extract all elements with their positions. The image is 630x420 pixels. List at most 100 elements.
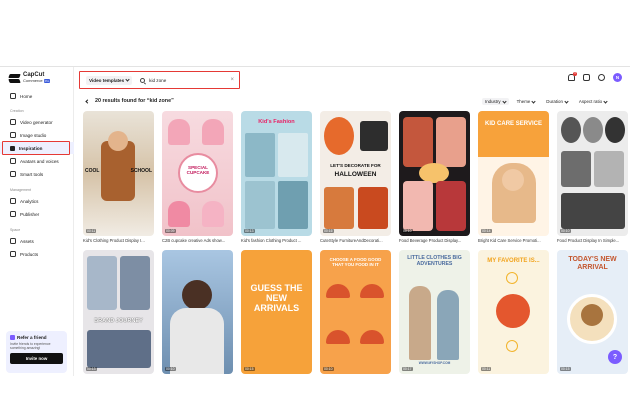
bell-icon[interactable]: 3 bbox=[568, 72, 577, 81]
thumb-text: Kid's Fashion bbox=[258, 119, 295, 125]
clear-icon[interactable]: × bbox=[230, 77, 234, 83]
template-card[interactable]: 00:10 bbox=[162, 250, 233, 374]
section-space: Space bbox=[10, 228, 21, 232]
analytics-icon bbox=[10, 198, 16, 204]
logo-sub: Commerce bbox=[23, 78, 43, 83]
duration-badge: 00:09 bbox=[165, 229, 176, 233]
template-card[interactable]: 00:10 Food Beverage Product Display... bbox=[399, 111, 470, 243]
sidebar-item-video-generator[interactable]: Video generator bbox=[0, 116, 74, 128]
duration-badge: 00:11 bbox=[86, 229, 97, 233]
template-caption: CuteStyle FurnitureAndDecorati... bbox=[320, 238, 383, 243]
invite-now-button[interactable]: Invite now bbox=[10, 353, 63, 364]
help-button[interactable]: ? bbox=[608, 350, 622, 364]
template-card[interactable]: KID CARE SERVICE 00:14 Bright Kid Care S… bbox=[478, 111, 549, 243]
sidebar-item-home[interactable]: Home bbox=[0, 90, 74, 102]
results-header: 20 results found for “kid zone” bbox=[85, 98, 174, 104]
print-icon[interactable] bbox=[583, 74, 590, 81]
chevron-down-icon bbox=[502, 98, 507, 104]
sidebar-item-image-studio[interactable]: Image studio bbox=[0, 129, 74, 141]
sidebar-item-assets[interactable]: Assets bbox=[0, 235, 74, 247]
template-card[interactable]: GUESS THE NEW ARRIVALS 00:15 bbox=[241, 250, 312, 374]
template-thumbnail: GUESS THE NEW ARRIVALS 00:15 bbox=[241, 250, 312, 374]
duration-badge: 00:10 bbox=[323, 367, 334, 371]
duration-badge: 00:10 bbox=[165, 367, 176, 371]
filter-industry[interactable]: Industry bbox=[482, 98, 509, 105]
image-studio-icon bbox=[10, 132, 16, 138]
duration-badge: 00:13 bbox=[86, 367, 97, 371]
duration-badge: 00:15 bbox=[244, 367, 255, 371]
duration-badge: 00:10 bbox=[560, 229, 571, 233]
template-caption: Kid's fashion Clothing Product ... bbox=[241, 238, 302, 243]
template-card[interactable]: MY FAVORITE IS... 00:11 bbox=[478, 250, 549, 374]
template-card[interactable]: LITTLE CLOTHES BIG ADVENTURES WWW.MYSHOP… bbox=[399, 250, 470, 374]
template-card[interactable]: 00:10 Food Product Display In Simple... bbox=[557, 111, 628, 243]
search-input[interactable]: kid zone bbox=[149, 78, 226, 83]
thumb-text: WWW.MYSHOP.COM bbox=[418, 361, 451, 365]
publisher-icon bbox=[10, 211, 16, 217]
sidebar-item-products[interactable]: Products bbox=[0, 248, 74, 260]
sidebar: CapCut Commerce Pro Home Creation Video g… bbox=[0, 67, 74, 376]
chevron-down-icon bbox=[125, 77, 130, 82]
team-icon[interactable] bbox=[598, 74, 605, 81]
sidebar-item-smart-tools[interactable]: Smart tools bbox=[0, 168, 74, 180]
filter-label: Aspect ratio bbox=[578, 99, 603, 104]
template-thumbnail: LET'S DECORATE FOR HALLOWEEN 00:16 bbox=[320, 111, 391, 236]
template-card[interactable]: CHOOSE A FOOD GOOD THAT YOU FOOD IN IT 0… bbox=[320, 250, 391, 374]
home-icon bbox=[10, 93, 16, 99]
thumb-text: GUESS THE NEW ARRIVALS bbox=[250, 283, 303, 313]
template-thumbnail: 00:10 bbox=[162, 250, 233, 374]
filter-label: Industry bbox=[485, 99, 501, 104]
duration-badge: 00:10 bbox=[402, 229, 413, 233]
template-caption: Kid's Clothing Product Display I... bbox=[83, 238, 145, 243]
refer-card: Refer a friend Invite friends to experie… bbox=[6, 331, 67, 373]
template-card[interactable]: SPECIAL CUPCAKE 00:09 C2B cupcake creati… bbox=[162, 111, 233, 243]
refer-title: Refer a friend bbox=[17, 335, 47, 340]
template-thumbnail: COOL SCHOOL 00:11 bbox=[83, 111, 154, 236]
template-card[interactable]: COOL SCHOOL 00:11 Kid's Clothing Product… bbox=[83, 111, 154, 243]
sidebar-item-label: Smart tools bbox=[20, 171, 44, 177]
thumb-text: COOL bbox=[85, 168, 100, 174]
thumb-text: SPECIAL CUPCAKE bbox=[186, 165, 210, 176]
sidebar-item-label: Image studio bbox=[20, 132, 47, 138]
template-type-select[interactable]: Video templates bbox=[86, 75, 133, 85]
filter-duration[interactable]: Duration bbox=[543, 98, 571, 105]
search-bar: Video templates kid zone × bbox=[79, 71, 240, 89]
section-management: Management bbox=[10, 188, 31, 192]
filter-label: Duration bbox=[546, 99, 563, 104]
capcut-logo[interactable]: CapCut Commerce Pro bbox=[9, 72, 51, 83]
filter-theme[interactable]: Theme bbox=[514, 98, 539, 105]
app-frame: CapCut Commerce Pro Home Creation Video g… bbox=[0, 66, 630, 376]
duration-badge: 00:16 bbox=[323, 229, 334, 233]
sidebar-item-label: Assets bbox=[20, 238, 34, 244]
search-icon bbox=[140, 77, 146, 83]
template-card[interactable]: Kid's Fashion 00:13 Kid's fashion Clothi… bbox=[241, 111, 312, 243]
sidebar-item-avatars-voices[interactable]: Avatars and voices bbox=[0, 155, 74, 167]
template-thumbnail: LITTLE CLOTHES BIG ADVENTURES WWW.MYSHOP… bbox=[399, 250, 470, 374]
avatar[interactable]: N bbox=[613, 73, 622, 82]
thumb-text: LET'S DECORATE FOR bbox=[330, 163, 381, 168]
back-arrow-icon[interactable] bbox=[85, 98, 90, 104]
template-caption: Food Beverage Product Display... bbox=[399, 238, 462, 243]
template-caption: Bright Kid Care Service Promoti... bbox=[478, 238, 541, 243]
refer-desc: Invite friends to experience something a… bbox=[10, 342, 51, 350]
thumb-text: CHOOSE A FOOD GOOD THAT YOU FOOD IN IT bbox=[329, 257, 382, 267]
header-icons: 3 N bbox=[568, 72, 622, 82]
template-thumbnail: Kid's Fashion 00:13 bbox=[241, 111, 312, 236]
template-thumbnail: KID CARE SERVICE 00:14 bbox=[478, 111, 549, 236]
template-caption: Food Product Display In Simple... bbox=[557, 238, 620, 243]
sidebar-item-analytics[interactable]: Analytics bbox=[0, 195, 74, 207]
template-card[interactable]: LET'S DECORATE FOR HALLOWEEN 00:16 CuteS… bbox=[320, 111, 391, 243]
products-icon bbox=[10, 251, 16, 257]
thumb-text: SCHOOL bbox=[130, 168, 152, 174]
filter-aspect-ratio[interactable]: Aspect ratio bbox=[576, 98, 610, 105]
sidebar-item-publisher[interactable]: Publisher bbox=[0, 208, 74, 220]
template-thumbnail: SPECIAL CUPCAKE 00:09 bbox=[162, 111, 233, 236]
avatar-icon bbox=[10, 158, 16, 164]
template-card[interactable]: BRAND JOURNEY 00:13 bbox=[83, 250, 154, 374]
smart-tools-icon bbox=[10, 171, 16, 177]
inspiration-highlight-box bbox=[2, 141, 70, 155]
results-count: 20 results found for “kid zone” bbox=[95, 98, 174, 104]
sidebar-item-label: Avatars and voices bbox=[20, 158, 59, 164]
video-generator-icon bbox=[10, 119, 16, 125]
duration-badge: 00:13 bbox=[244, 229, 255, 233]
